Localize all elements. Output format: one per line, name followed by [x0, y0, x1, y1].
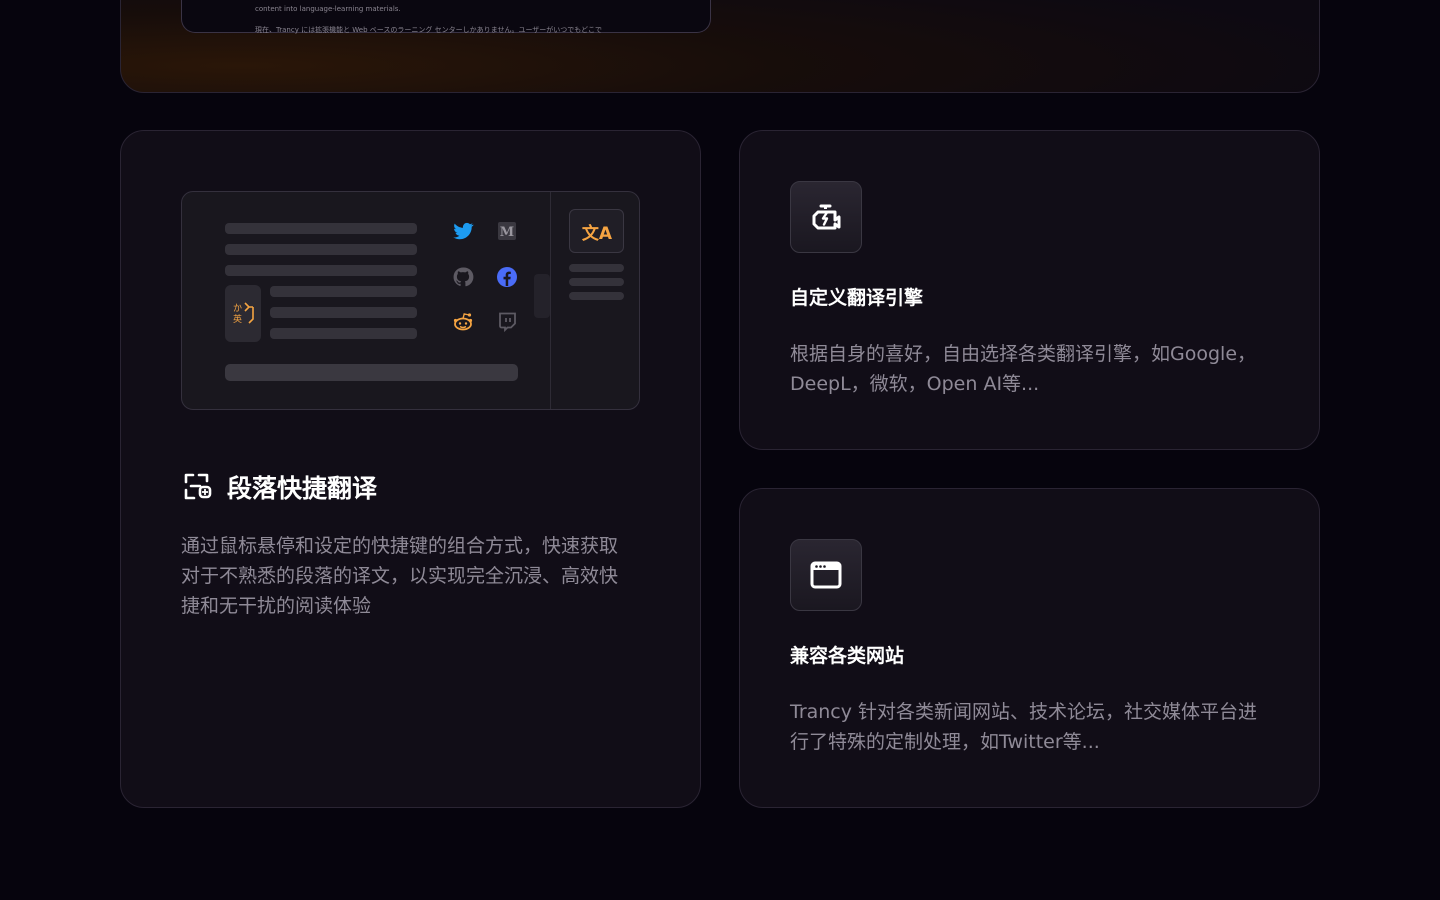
sidebar-handle[interactable] — [534, 274, 550, 318]
svg-text:文A: 文A — [582, 223, 613, 244]
text-placeholder-line — [225, 364, 518, 381]
translate-icon: か 英 — [233, 302, 254, 325]
feature-description: Trancy 针对各类新闻网站、技术论坛，社交媒体平台进行了特殊的定制处理，如T… — [790, 701, 1258, 753]
paragraph-translation-illustration: か 英 M 文A — [181, 191, 640, 410]
preview-text-line: content into language-learning materials… — [255, 5, 401, 13]
showcase-card: content into language-learning materials… — [120, 0, 1320, 93]
feature-card-paragraph: か 英 M 文A 段落快捷翻译 通过鼠标悬停和设定的快捷键的组合方式，快速获取对… — [120, 130, 701, 808]
panel-placeholder-line — [569, 292, 624, 300]
translate-hover-button[interactable]: か 英 — [225, 285, 261, 342]
feature-card-sites: 兼容各类网站 Trancy 针对各类新闻网站、技术论坛，社交媒体平台进行了特殊的… — [739, 488, 1320, 808]
paragraph-translate-icon — [184, 473, 212, 500]
text-placeholder-line — [270, 286, 417, 297]
feature-card-engine: 自定义翻译引擎 根据自身的喜好，自由选择各类翻译引擎，如Google，DeepL… — [739, 130, 1320, 450]
showcase-preview: content into language-learning materials… — [181, 0, 711, 34]
feature-description: 通过鼠标悬停和设定的快捷键的组合方式，快速获取对于不熟悉的段落的译文，以实现完全… — [181, 535, 619, 617]
sites-icon-box — [790, 539, 862, 611]
facebook-icon — [497, 267, 517, 287]
panel-placeholder-line — [569, 264, 624, 272]
browser-window-icon — [810, 561, 842, 589]
engine-bolt-icon — [812, 204, 841, 230]
text-placeholder-line — [225, 223, 417, 234]
translate-language-icon: 文A — [582, 223, 613, 244]
github-icon — [453, 267, 474, 287]
feature-description: 根据自身的喜好，自由选择各类翻译引擎，如Google，DeepL，微软，Open… — [790, 343, 1257, 395]
text-placeholder-line — [270, 307, 417, 318]
feature-title: 兼容各类网站 — [790, 645, 905, 667]
text-placeholder-line — [225, 265, 417, 276]
reddit-icon — [453, 313, 473, 331]
page: content into language-learning materials… — [0, 0, 1440, 900]
translate-panel-button[interactable]: 文A — [569, 209, 624, 253]
twitter-icon — [453, 222, 474, 240]
sidebar-divider — [550, 192, 551, 409]
text-placeholder-line — [225, 244, 417, 255]
engine-icon-box — [790, 181, 862, 253]
feature-title: 段落快捷翻译 — [227, 474, 378, 503]
twitch-icon — [499, 312, 516, 333]
panel-placeholder-line — [569, 278, 624, 286]
medium-icon: M — [498, 222, 516, 240]
svg-text:M: M — [500, 225, 514, 240]
feature-title: 自定义翻译引擎 — [790, 287, 924, 309]
feature-heading: 段落快捷翻译 — [181, 469, 377, 505]
text-placeholder-line — [270, 328, 417, 339]
svg-text:か: か — [233, 303, 242, 314]
svg-text:英: 英 — [233, 313, 242, 325]
preview-text-line: 現在、Trancy には拡張機能と Web ベースのラーニング センターしかあり… — [255, 26, 602, 34]
